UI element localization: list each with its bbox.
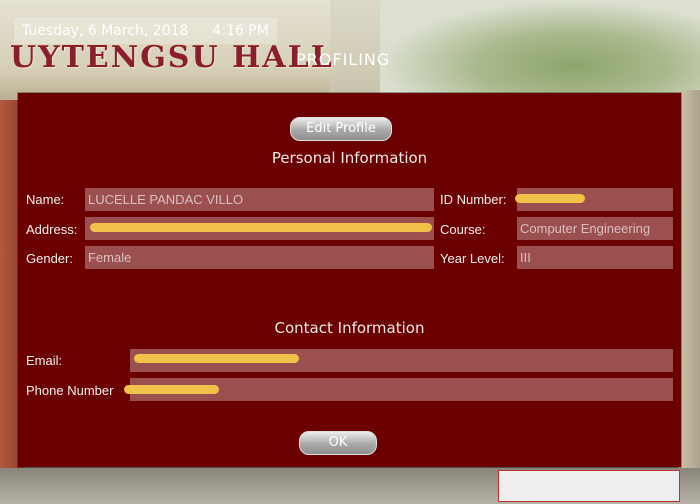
address-redaction — [90, 223, 432, 232]
id-redaction — [515, 194, 585, 203]
name-label: Name: — [26, 192, 65, 207]
gender-label: Gender: — [26, 251, 73, 266]
hall-name: UYTENGSU HALL — [10, 40, 334, 75]
ok-button[interactable]: OK — [299, 431, 377, 455]
address-label: Address: — [26, 222, 78, 237]
edit-profile-button[interactable]: Edit Profile — [290, 117, 392, 141]
background-sign — [498, 470, 680, 502]
building-wall-right — [678, 90, 700, 470]
personal-information-title: Personal Information — [271, 149, 428, 167]
course-label: Course: — [440, 222, 486, 237]
name-field[interactable]: LUCELLE PANDAC VILLO — [85, 188, 434, 211]
id-number-label: ID Number: — [440, 192, 507, 207]
app-title: PROFILING — [296, 50, 391, 69]
email-label: Email: — [26, 353, 63, 368]
profile-panel: Edit Profile Personal Information Name: … — [18, 93, 681, 467]
contact-information-title: Contact Information — [274, 319, 425, 337]
year-level-field[interactable]: III — [517, 246, 673, 269]
phone-redaction — [124, 385, 219, 394]
gender-field[interactable]: Female — [85, 246, 434, 269]
email-redaction — [134, 354, 299, 363]
year-level-label: Year Level: — [440, 251, 505, 266]
phone-number-label: Phone Number — [26, 383, 114, 398]
course-field[interactable]: Computer Engineering — [517, 217, 673, 240]
